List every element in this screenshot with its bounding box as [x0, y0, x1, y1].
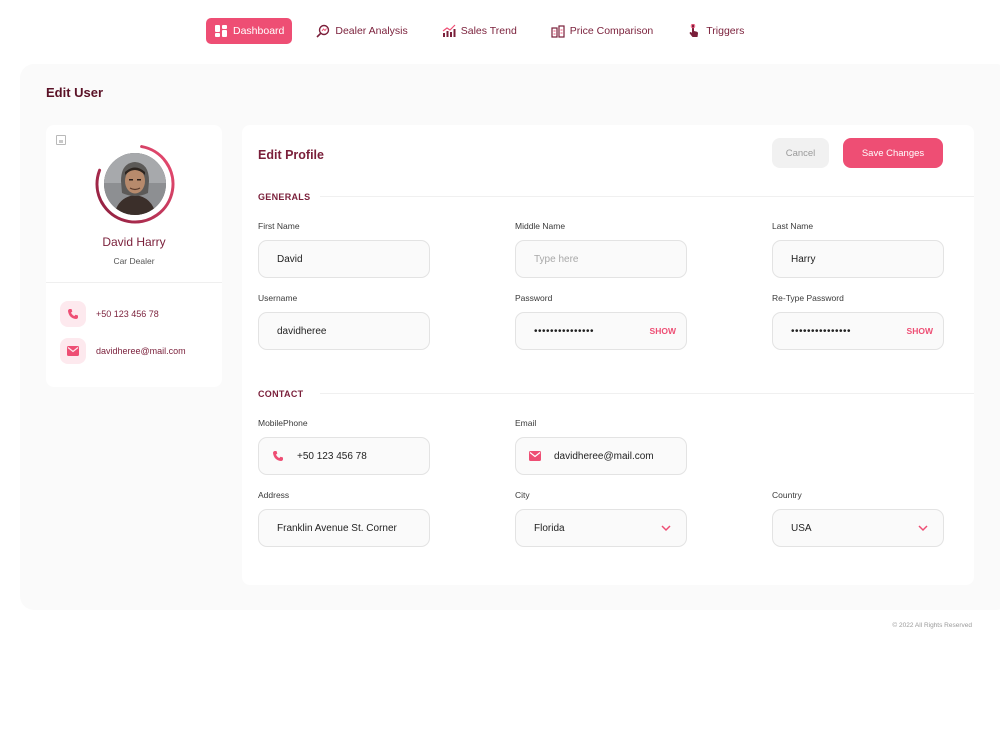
password-show-toggle[interactable]: SHOW — [650, 326, 676, 336]
email-field[interactable]: davidheree@mail.com — [515, 437, 687, 475]
profile-phone-row: +50 123 456 78 — [60, 301, 159, 327]
city-value: Florida — [534, 522, 565, 534]
password-value: ••••••••••••••• — [534, 325, 595, 337]
nav-item-triggers[interactable]: Triggers — [677, 18, 754, 44]
username-label: Username — [258, 293, 298, 303]
profile-card: David Harry Car Dealer +50 123 456 78 da… — [46, 125, 222, 387]
profile-email-row: davidheree@mail.com — [60, 338, 186, 364]
mail-icon — [60, 338, 86, 364]
city-select[interactable]: Florida — [515, 509, 687, 547]
cancel-button[interactable]: Cancel — [772, 138, 829, 168]
country-value: USA — [791, 522, 812, 534]
mobile-phone-label: MobilePhone — [258, 418, 308, 428]
analysis-magnifier-icon — [316, 24, 330, 38]
address-value: Franklin Avenue St. Corner — [277, 522, 397, 534]
broken-image-icon — [56, 135, 66, 145]
middle-name-field[interactable]: Type here — [515, 240, 687, 278]
chevron-down-icon — [661, 525, 671, 532]
nav-label-sales-trend: Sales Trend — [460, 25, 517, 37]
email-value: davidheree@mail.com — [554, 450, 654, 462]
mobile-phone-value: +50 123 456 78 — [297, 450, 367, 462]
profile-phone: +50 123 456 78 — [96, 309, 159, 319]
password-field[interactable]: ••••••••••••••• SHOW — [515, 312, 687, 350]
last-name-value: Harry — [791, 253, 816, 265]
middle-name-placeholder: Type here — [534, 253, 579, 265]
profile-role: Car Dealer — [113, 256, 155, 266]
avatar-with-progress-ring — [94, 143, 176, 225]
dashboard-icon — [214, 24, 228, 38]
avatar — [104, 153, 166, 215]
username-field[interactable]: davidheree — [258, 312, 430, 350]
section-heading-generals: GENERALS — [258, 192, 311, 202]
top-navigation: Dashboard Dealer Analysis Sales Trend Pr… — [206, 18, 768, 44]
price-comparison-icon — [551, 24, 565, 38]
profile-name: David Harry — [102, 235, 166, 249]
phone-icon — [60, 301, 86, 327]
mail-icon — [528, 449, 542, 463]
nav-item-sales-trend[interactable]: Sales Trend — [432, 18, 527, 44]
password-label: Password — [515, 293, 553, 303]
nav-label-dashboard: Dashboard — [233, 25, 285, 37]
country-label: Country — [772, 490, 802, 500]
profile-email: davidheree@mail.com — [96, 346, 186, 356]
mobile-phone-field[interactable]: +50 123 456 78 — [258, 437, 430, 475]
pointer-hand-icon — [687, 24, 701, 38]
country-select[interactable]: USA — [772, 509, 944, 547]
edit-profile-form: Edit Profile Cancel Save Changes GENERAL… — [242, 125, 974, 585]
nav-label-dealer-analysis: Dealer Analysis — [335, 25, 408, 37]
page-title: Edit User — [46, 85, 104, 100]
username-value: davidheree — [277, 325, 327, 337]
first-name-value: David — [277, 253, 303, 265]
section-divider — [320, 393, 974, 394]
retype-password-value: ••••••••••••••• — [791, 325, 852, 337]
nav-label-price-comparison: Price Comparison — [569, 25, 654, 37]
main-panel: Edit User David Harry Car Dealer +50 123… — [20, 64, 1000, 610]
address-field[interactable]: Franklin Avenue St. Corner — [258, 509, 430, 547]
phone-icon — [271, 449, 285, 463]
footer-copyright: © 2022 All Rights Reserved — [892, 622, 972, 629]
section-heading-contact: CONTACT — [258, 389, 304, 399]
city-label: City — [515, 490, 530, 500]
last-name-field[interactable]: Harry — [772, 240, 944, 278]
chevron-down-icon — [918, 525, 928, 532]
nav-item-dashboard[interactable]: Dashboard — [206, 18, 293, 44]
form-title: Edit Profile — [258, 148, 324, 162]
email-label: Email — [515, 418, 537, 428]
retype-password-show-toggle[interactable]: SHOW — [907, 326, 933, 336]
profile-divider — [46, 282, 222, 283]
address-label: Address — [258, 490, 290, 500]
first-name-label: First Name — [258, 221, 300, 231]
save-changes-button[interactable]: Save Changes — [843, 138, 943, 168]
retype-password-field[interactable]: ••••••••••••••• SHOW — [772, 312, 944, 350]
retype-password-label: Re-Type Password — [772, 293, 844, 303]
first-name-field[interactable]: David — [258, 240, 430, 278]
middle-name-label: Middle Name — [515, 221, 566, 231]
nav-label-triggers: Triggers — [706, 25, 745, 37]
sales-trend-icon — [442, 24, 456, 38]
nav-item-price-comparison[interactable]: Price Comparison — [541, 18, 663, 44]
last-name-label: Last Name — [772, 221, 814, 231]
section-divider — [320, 196, 974, 197]
nav-item-dealer-analysis[interactable]: Dealer Analysis — [306, 18, 417, 44]
